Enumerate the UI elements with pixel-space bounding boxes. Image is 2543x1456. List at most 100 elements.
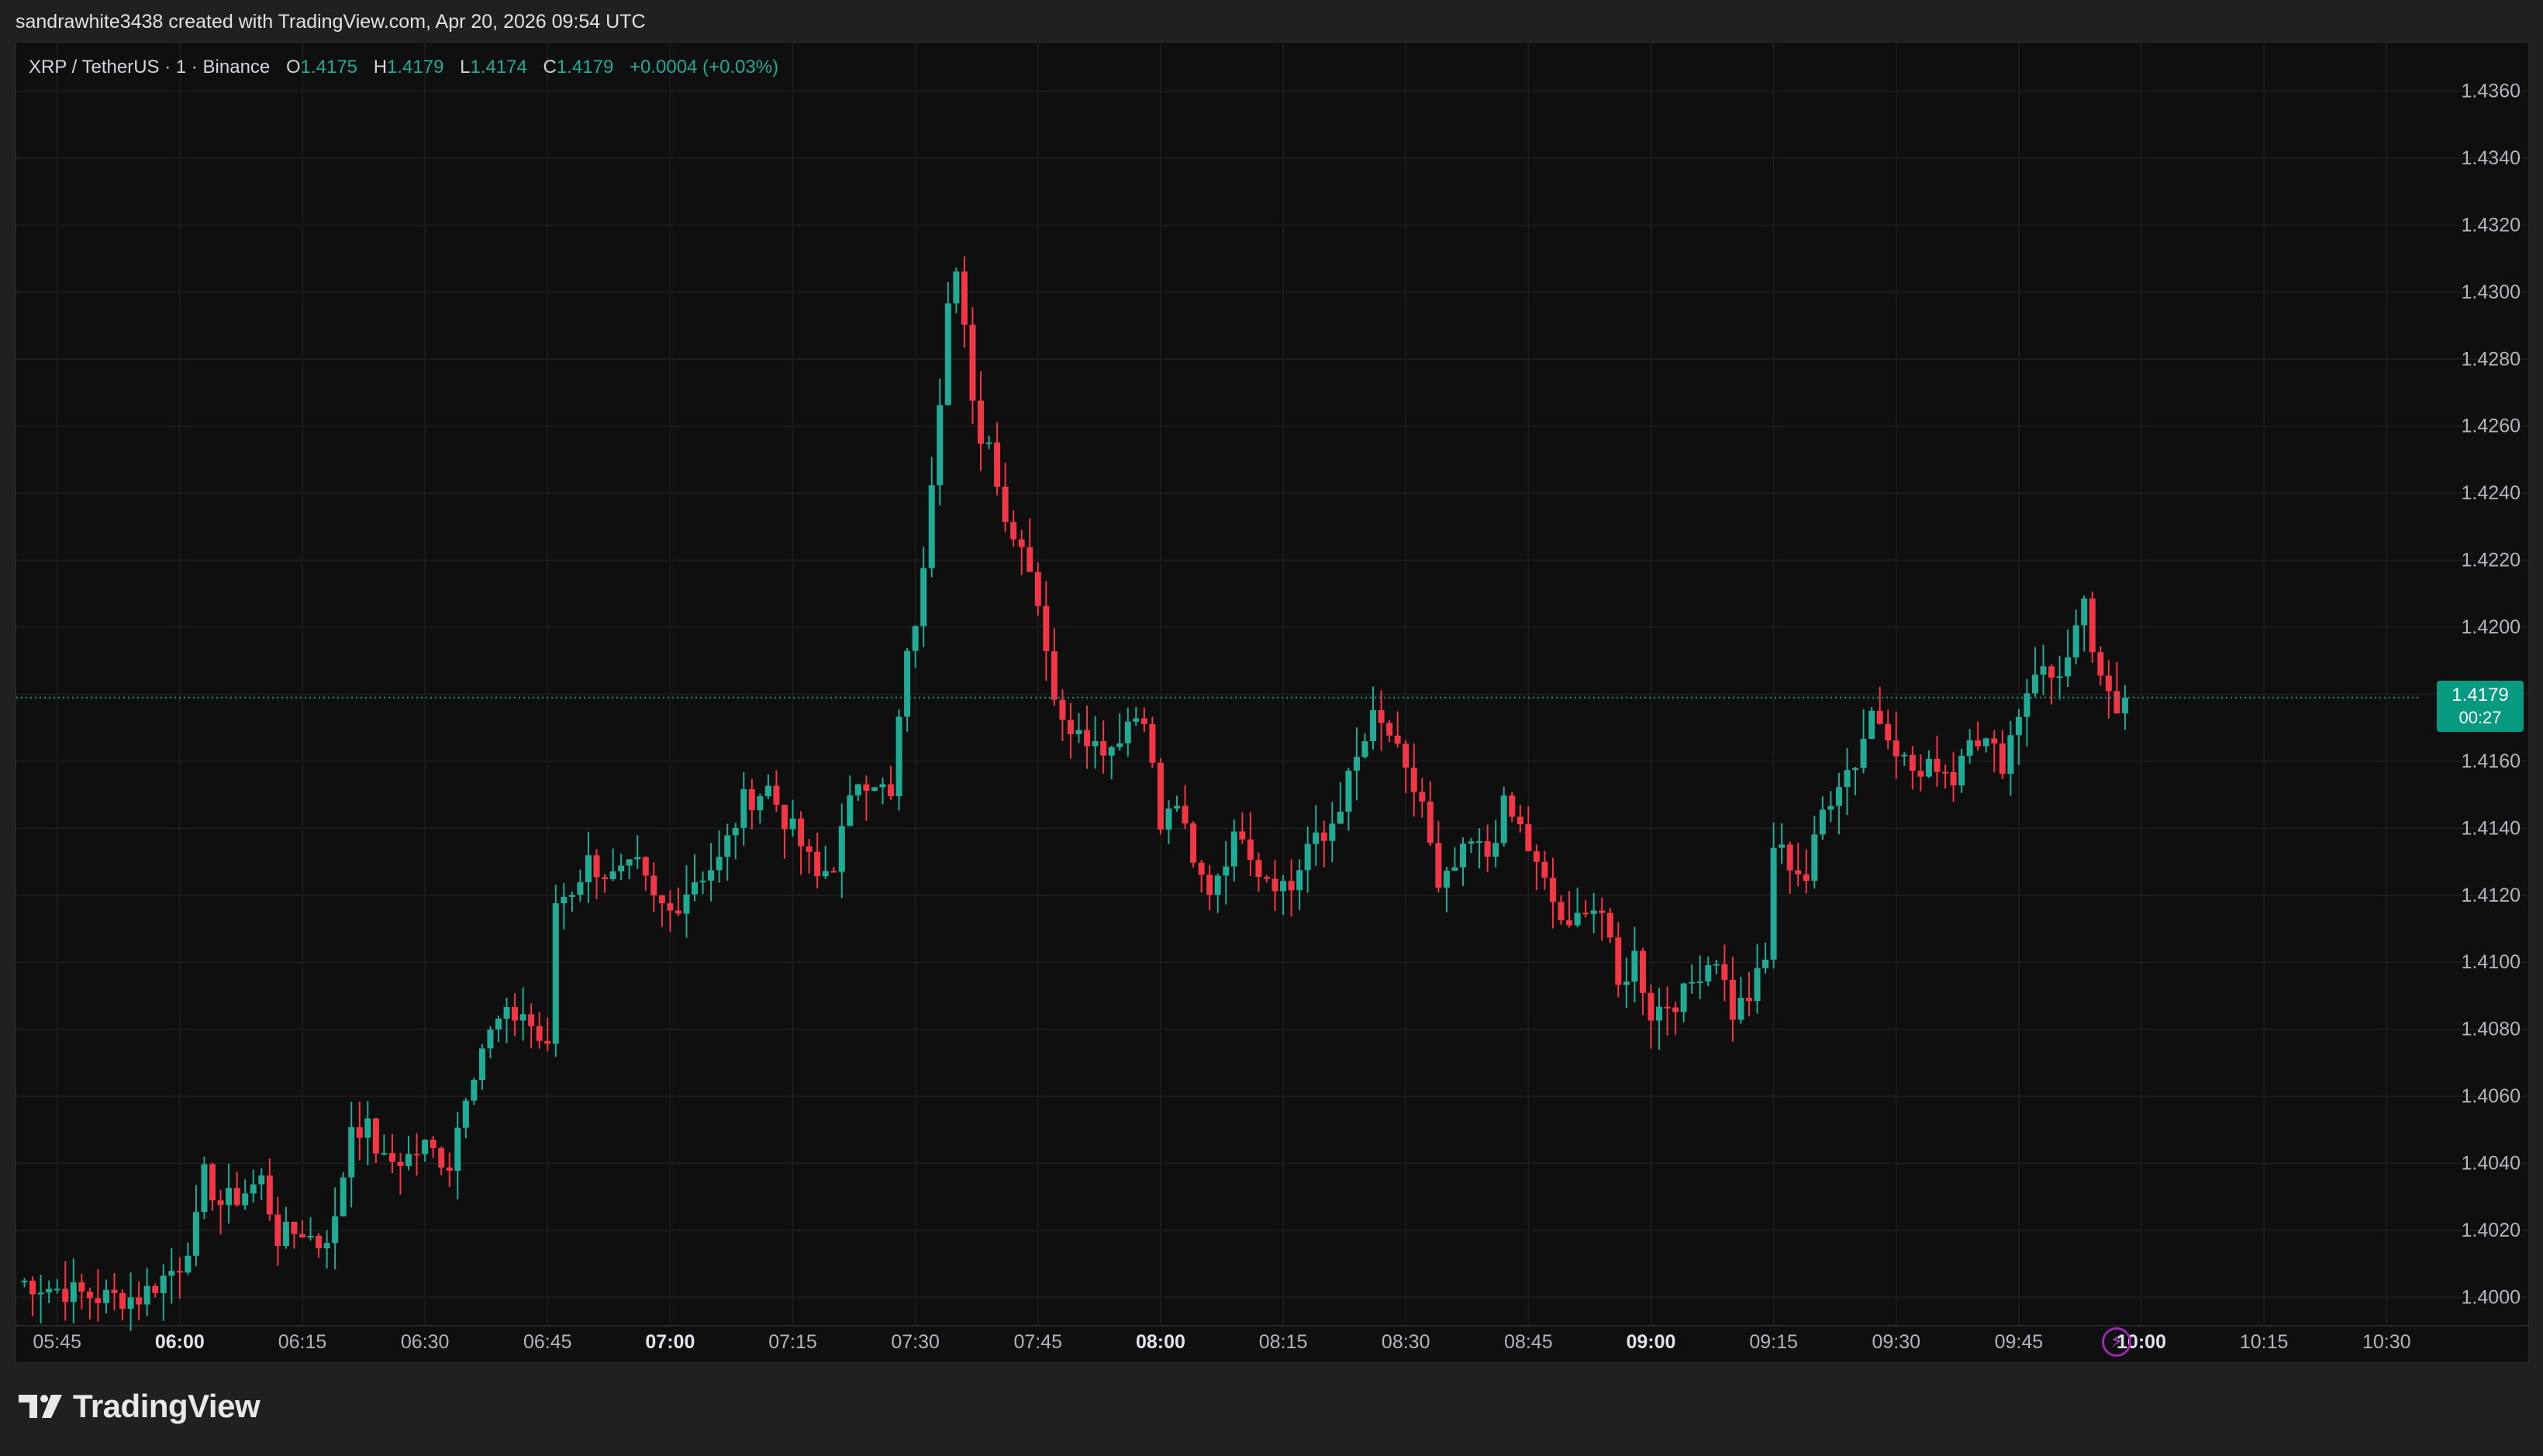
candle bbox=[830, 867, 837, 873]
candle bbox=[1541, 850, 1548, 890]
candle-body bbox=[46, 1289, 53, 1293]
candle-body bbox=[1174, 806, 1181, 809]
candle-body bbox=[1361, 741, 1368, 757]
candle bbox=[422, 1139, 429, 1162]
candle-body bbox=[1223, 866, 1230, 876]
candle bbox=[29, 1276, 36, 1316]
candle bbox=[316, 1233, 323, 1258]
candle-body bbox=[1762, 959, 1769, 968]
candle bbox=[192, 1185, 199, 1267]
candle-body bbox=[781, 804, 788, 830]
candle bbox=[1361, 733, 1368, 759]
candle bbox=[1370, 686, 1377, 750]
candle bbox=[1762, 942, 1769, 974]
candle-body bbox=[1149, 724, 1156, 763]
candle bbox=[503, 997, 510, 1044]
candle bbox=[1615, 922, 1622, 998]
candle-body bbox=[1615, 937, 1622, 985]
candle bbox=[1345, 768, 1352, 831]
candle bbox=[1982, 737, 1989, 753]
candle bbox=[446, 1152, 453, 1187]
candle-body bbox=[1116, 743, 1123, 747]
candle bbox=[291, 1221, 298, 1249]
candle-body bbox=[1982, 738, 1989, 747]
candle-body bbox=[2113, 691, 2120, 714]
candle-body bbox=[258, 1175, 265, 1185]
candle-body bbox=[773, 785, 780, 805]
candle bbox=[1999, 730, 2006, 780]
candle bbox=[1721, 944, 1728, 1002]
candle bbox=[1468, 837, 1475, 854]
low-value: 1.4174 bbox=[470, 57, 527, 78]
x-tick-label: 09:45 bbox=[1995, 1331, 2044, 1353]
candle-body bbox=[1648, 992, 1655, 1021]
candle bbox=[298, 1220, 305, 1238]
x-tick-label: 06:45 bbox=[523, 1331, 572, 1353]
candle bbox=[95, 1268, 102, 1322]
candle-body bbox=[1403, 744, 1410, 768]
candle-body bbox=[1304, 844, 1311, 871]
candle bbox=[1500, 786, 1507, 847]
candle-body bbox=[1786, 844, 1793, 871]
candle-body bbox=[798, 818, 805, 847]
candle bbox=[536, 1012, 543, 1049]
candle-body bbox=[1140, 718, 1147, 725]
candle bbox=[764, 774, 771, 799]
candle-body bbox=[724, 835, 731, 857]
candle-body bbox=[381, 1153, 388, 1155]
candle bbox=[233, 1171, 240, 1207]
y-tick-label: 1.4340 bbox=[2462, 147, 2521, 169]
candle-body bbox=[356, 1127, 363, 1138]
candle-body bbox=[1835, 787, 1842, 806]
candle bbox=[1934, 736, 1941, 787]
candle-body bbox=[1500, 795, 1507, 844]
candle bbox=[1991, 730, 1998, 773]
candle bbox=[1410, 743, 1417, 816]
candle-body bbox=[512, 1006, 519, 1021]
candle bbox=[2113, 661, 2120, 714]
candle bbox=[1476, 828, 1483, 869]
candle bbox=[1533, 844, 1540, 891]
candle bbox=[1190, 821, 1197, 868]
lightning-icon[interactable]: ⚡ bbox=[2102, 1327, 2131, 1357]
x-tick-label: 06:15 bbox=[278, 1331, 327, 1353]
candle-body bbox=[185, 1255, 192, 1273]
candle bbox=[692, 854, 699, 902]
candle-body bbox=[1549, 878, 1556, 902]
candle-body bbox=[1966, 740, 1973, 756]
candle bbox=[1337, 781, 1344, 824]
tradingview-brand[interactable]: TradingView bbox=[17, 1388, 261, 1425]
chart-pane[interactable]: 1.4360 1.4340 1.4320 1.4300 1.4280 1.4260 1.42… bbox=[16, 42, 2529, 1363]
candle-body bbox=[242, 1193, 249, 1206]
symbol-title[interactable]: XRP / TetherUS · 1 · Binance bbox=[29, 57, 270, 78]
candle-body bbox=[1893, 740, 1899, 757]
candle bbox=[332, 1187, 339, 1270]
candle-body bbox=[912, 626, 919, 651]
symbol-legend[interactable]: XRP / TetherUS · 1 · Binance O1.4175 H1.… bbox=[29, 57, 778, 78]
candle-body bbox=[1092, 741, 1099, 747]
x-tick-label: 09:30 bbox=[1872, 1331, 1920, 1353]
candle bbox=[209, 1162, 216, 1211]
candle-body bbox=[1329, 823, 1336, 841]
candle-body bbox=[1558, 902, 1565, 920]
candle bbox=[658, 895, 665, 927]
candle bbox=[1574, 888, 1581, 928]
candle bbox=[1018, 530, 1025, 575]
candle-body bbox=[1639, 951, 1646, 993]
candle bbox=[888, 765, 895, 800]
candle-body bbox=[1378, 710, 1385, 723]
candle bbox=[961, 256, 968, 348]
candle-body bbox=[757, 796, 764, 811]
candle-body bbox=[1460, 844, 1466, 868]
y-tick-label: 1.4140 bbox=[2462, 817, 2521, 839]
candle-body bbox=[168, 1271, 175, 1276]
candle-body bbox=[1770, 847, 1777, 960]
candle bbox=[70, 1258, 77, 1323]
candle-body bbox=[609, 871, 616, 879]
candle bbox=[1754, 944, 1761, 1014]
candle-body bbox=[438, 1147, 445, 1168]
price-chart[interactable]: 1.4360 1.4340 1.4320 1.4300 1.4280 1.4260 1.42… bbox=[16, 43, 2528, 1362]
candle bbox=[2056, 655, 2063, 700]
candle bbox=[1214, 873, 1221, 913]
candle bbox=[282, 1206, 289, 1249]
